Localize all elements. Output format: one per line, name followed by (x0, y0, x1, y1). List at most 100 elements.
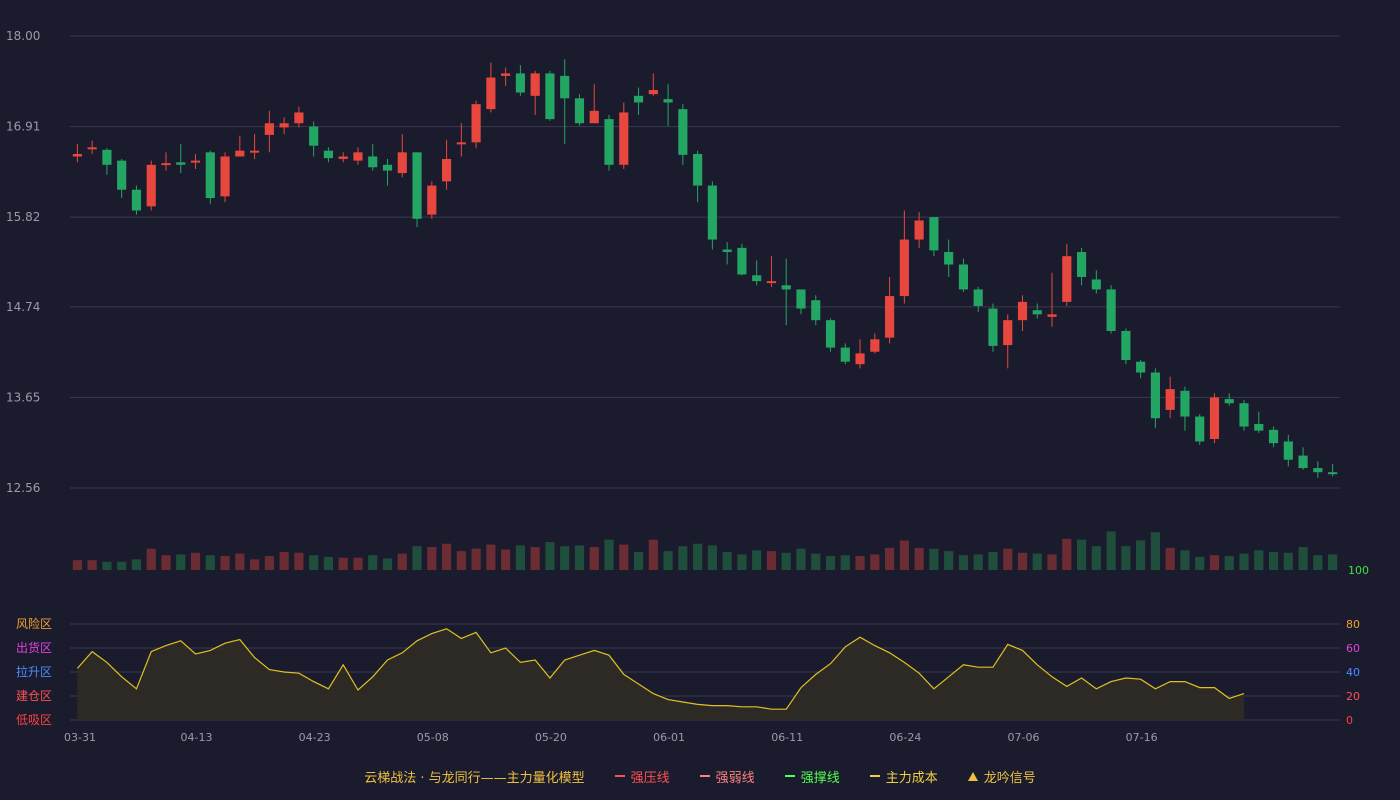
candle-body (840, 347, 850, 362)
volume-bar (737, 554, 747, 570)
candle-body (870, 339, 880, 352)
volume-bar (515, 545, 525, 570)
volume-bar (1150, 532, 1160, 570)
volume-bar (368, 555, 378, 570)
volume-bar (220, 556, 230, 570)
volume-bar (663, 551, 673, 570)
indicator-panel: 风险区 80 出货区 60 拉升区 40 建仓区 20 低吸区 0 (16, 616, 1360, 727)
candle-body (161, 163, 171, 166)
date-tick-label: 06-24 (889, 731, 921, 744)
volume-bar (752, 550, 762, 570)
candle-body (1091, 279, 1101, 290)
volume-bar (87, 560, 97, 570)
candle-body (338, 156, 348, 159)
candle-body (279, 123, 289, 128)
volume-bar (988, 551, 998, 570)
volume-bar (1254, 550, 1264, 570)
volume-bar (1239, 553, 1249, 570)
candle-body (663, 99, 673, 103)
volume-bar (353, 557, 363, 570)
volume-bar (914, 547, 924, 570)
candle-body (707, 185, 717, 240)
candle-body (1239, 403, 1249, 427)
legend-swatch (967, 771, 978, 781)
candle-body (471, 104, 481, 143)
price-tick-label: 16.91 (6, 120, 40, 134)
volume-bar (486, 544, 496, 570)
volume-bar (811, 553, 821, 570)
volume-bar (72, 560, 82, 570)
candle-body (1017, 301, 1028, 321)
volume-bar (766, 551, 777, 570)
candle-body (515, 73, 525, 93)
volume-bar (707, 545, 717, 570)
volume-bar (958, 555, 969, 570)
volume-bar (235, 553, 245, 570)
candle-body (382, 164, 393, 171)
volume-bar (1313, 555, 1323, 570)
volume-bar (1180, 550, 1190, 570)
date-tick-label: 07-06 (1008, 731, 1040, 744)
candle-body (1298, 455, 1308, 469)
volume-bar (678, 546, 688, 570)
candle-body (1121, 330, 1131, 361)
indicator-zone-label: 风险区 (16, 616, 52, 631)
legend-label: 主力成本 (885, 770, 938, 786)
date-tick-label: 04-23 (299, 731, 331, 744)
price-tick-label: 18.00 (6, 29, 40, 43)
candle-body (456, 142, 466, 145)
candle-body (633, 95, 644, 103)
volume-bar (781, 552, 791, 570)
date-tick-label: 06-01 (653, 731, 685, 744)
candle-body (766, 281, 777, 284)
volume-bar (279, 551, 289, 570)
volume-bar (840, 555, 850, 570)
legend-label: 强压线 (630, 770, 670, 786)
volume-bar (309, 555, 319, 570)
candle-body (1076, 252, 1087, 277)
candle-body (885, 296, 895, 338)
candle-body (693, 153, 703, 186)
volume-bar (589, 547, 599, 570)
candle-body (958, 264, 969, 290)
volume-bar (161, 555, 171, 570)
candle-body (427, 185, 437, 215)
volume-bar (412, 546, 422, 570)
candle-body (412, 152, 422, 219)
candle-body (796, 289, 806, 309)
volume-bar (560, 546, 570, 570)
date-tick-label: 05-08 (417, 731, 449, 744)
legend-swatch (699, 775, 710, 777)
candle-body (825, 320, 836, 348)
volume-bar (117, 561, 127, 570)
volume-bar (190, 552, 201, 570)
volume-bar (205, 555, 215, 570)
candle-body (250, 150, 260, 153)
date-tick-label: 03-31 (64, 731, 96, 744)
volume-bar (382, 558, 393, 570)
volume-bar (146, 548, 156, 570)
candle-body (368, 156, 378, 168)
volume-bar (1298, 547, 1308, 570)
price-tick-label: 12.56 (6, 481, 40, 495)
candle-body (737, 247, 747, 275)
volume-bar (294, 552, 304, 570)
volume-bar (530, 547, 540, 570)
volume-bar (929, 548, 939, 570)
volume-bar (427, 547, 437, 570)
candle-body (220, 156, 230, 197)
volume-bar (441, 543, 452, 570)
candle-body (604, 119, 614, 165)
candle-body (294, 112, 304, 124)
volume-bar (264, 556, 274, 570)
volume-bar (1209, 555, 1220, 570)
candle-body (1195, 416, 1205, 442)
candle-body (781, 285, 791, 290)
date-tick-label: 06-11 (771, 731, 803, 744)
candle-body (353, 152, 363, 161)
candle-body (117, 160, 127, 190)
candle-body (589, 110, 599, 124)
candle-body (1328, 472, 1338, 475)
volume-bar (825, 556, 836, 570)
candle-body (264, 123, 274, 135)
